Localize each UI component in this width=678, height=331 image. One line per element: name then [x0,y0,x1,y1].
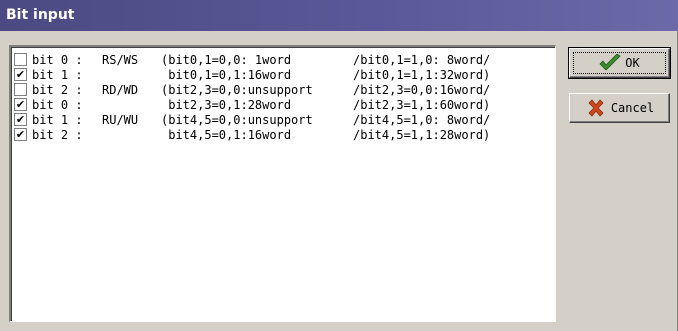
row-checkbox[interactable] [14,113,27,126]
word-setting-a: (bit4,5=0,0:unsupport [161,112,313,127]
word-setting-a: (bit0,1=0,0: 1word [161,52,292,67]
word-setting-a: bit0,1=0,1:16word [161,67,292,82]
signal-label: RD/WD [102,82,139,97]
signal-label: RS/WS [102,52,139,67]
row-checkbox[interactable] [14,128,27,141]
list-item[interactable]: bit 2 : RD/WD (bit2,3=0,0:unsupport /bit… [14,82,490,97]
title-bar: Bit input [0,0,678,31]
x-icon [585,98,607,118]
list-item[interactable]: bit 0 : RS/WS (bit0,1=0,0: 1word /bit0,1… [14,52,490,67]
bit-label: bit 1 : [32,112,83,127]
word-setting-a: (bit2,3=0,0:unsupport [161,82,313,97]
list-item[interactable]: bit 1 : bit0,1=0,1:16word /bit0,1=1,1:32… [14,67,490,82]
bit-label: bit 2 : [32,127,83,142]
bit-option-list[interactable]: bit 0 : RS/WS (bit0,1=0,0: 1word /bit0,1… [9,45,556,322]
word-setting-b: /bit0,1=1,0: 8word/ [353,52,491,67]
word-setting-b: /bit4,5=1,1:28word) [353,127,491,142]
window-title: Bit input [6,7,75,23]
word-setting-b: /bit0,1=1,1:32word) [353,67,491,82]
word-setting-a: bit4,5=0,1:16word [161,127,292,142]
row-checkbox[interactable] [14,53,27,66]
word-setting-a: bit2,3=0,1:28word [161,97,292,112]
word-setting-b: /bit2,3=1,1:60word) [353,97,491,112]
ok-button[interactable]: OK [568,47,671,79]
word-setting-b: /bit2,3=0,0:16word/ [353,82,491,97]
bit-label: bit 0 : [32,97,83,112]
cancel-button-label: Cancel [610,101,655,115]
list-item[interactable]: bit 2 : bit4,5=0,1:16word /bit4,5=1,1:28… [14,127,490,142]
bit-label: bit 1 : [32,67,83,82]
bit-input-dialog: Bit input bit 0 : RS/WS (bit0,1=0,0: 1wo… [0,0,678,331]
cancel-button[interactable]: Cancel [569,93,670,123]
list-item[interactable]: bit 0 : bit2,3=0,1:28word /bit2,3=1,1:60… [14,97,490,112]
row-checkbox[interactable] [14,68,27,81]
word-setting-b: /bit4,5=1,0: 8word/ [353,112,491,127]
focus-rect [573,52,666,74]
row-checkbox[interactable] [14,98,27,111]
list-item[interactable]: bit 1 : RU/WU (bit4,5=0,0:unsupport /bit… [14,112,490,127]
bit-label: bit 2 : [32,82,83,97]
bit-label: bit 0 : [32,52,83,67]
signal-label: RU/WU [102,112,139,127]
row-checkbox[interactable] [14,83,27,96]
